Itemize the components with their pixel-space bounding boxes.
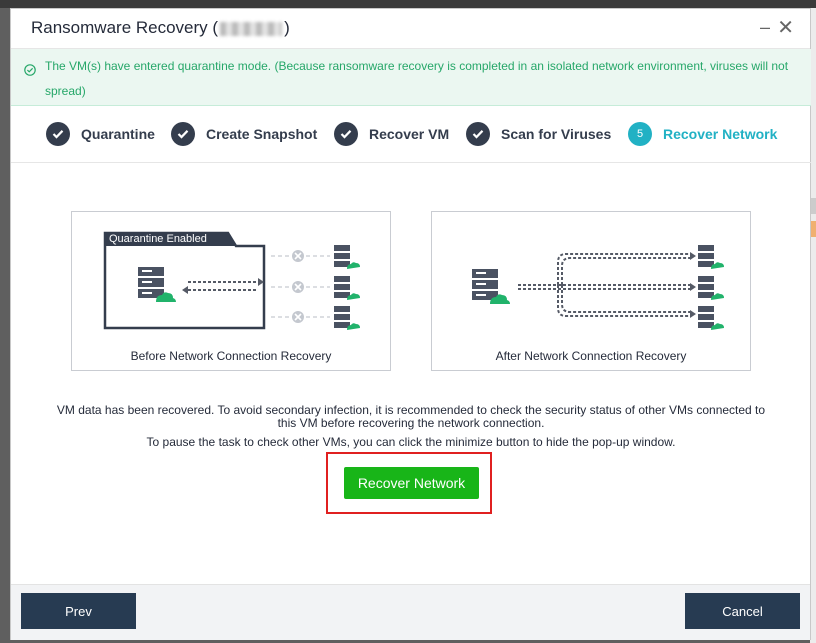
after-recovery-diagram: After Network Connection Recovery — [431, 211, 751, 371]
check-icon — [171, 122, 195, 146]
minimize-button[interactable]: – — [760, 17, 770, 38]
quarantine-alert: The VM(s) have entered quarantine mode. … — [11, 49, 811, 106]
cancel-button[interactable]: Cancel — [685, 593, 800, 629]
dialog-title: Ransomware Recovery () — [31, 18, 290, 37]
dialog-footer: Prev Cancel — [11, 584, 810, 640]
quarantine-badge: Quarantine Enabled — [109, 233, 207, 245]
step-label: Quarantine — [81, 126, 155, 142]
background-top-bar — [0, 0, 816, 8]
step-quarantine: Quarantine — [46, 122, 155, 146]
before-caption: Before Network Connection Recovery — [130, 349, 332, 363]
step-label: Create Snapshot — [206, 126, 318, 142]
recover-network-button[interactable]: Recover Network — [344, 467, 479, 499]
check-icon — [466, 122, 490, 146]
blocked-icons — [292, 250, 304, 323]
server-icon — [472, 269, 510, 304]
check-circle-icon — [24, 64, 36, 76]
alert-text: The VM(s) have entered quarantine mode. … — [45, 59, 789, 98]
before-recovery-diagram: Quarantine Enabled Before Network Connec… — [71, 211, 391, 371]
info-text-line-3: To pause the task to check other VMs, yo… — [146, 435, 676, 449]
step-label: Recover VM — [369, 126, 450, 142]
close-button[interactable]: ✕ — [777, 15, 794, 40]
step-label: Recover Network — [663, 126, 778, 142]
after-network-illustration — [472, 245, 724, 330]
after-caption: After Network Connection Recovery — [495, 349, 687, 363]
step-number: 5 — [628, 122, 652, 146]
redacted-vm-name — [220, 21, 283, 36]
step-recover-network: 5 Recover Network — [628, 122, 777, 146]
ransomware-recovery-dialog: Ransomware Recovery () – ✕ The VM(s) hav… — [10, 8, 811, 640]
check-icon — [334, 122, 358, 146]
check-icon — [46, 122, 70, 146]
step-recover-vm: Recover VM — [334, 122, 449, 146]
info-text-line-2: this VM before recovering the network co… — [277, 416, 545, 430]
dialog-title-bar: Ransomware Recovery () – ✕ — [11, 9, 810, 49]
step-create-snapshot: Create Snapshot — [171, 122, 317, 146]
step-scan-for-viruses: Scan for Viruses — [466, 122, 611, 146]
step-progress: Quarantine Create Snapshot Recover VM Sc… — [11, 106, 811, 163]
prev-button[interactable]: Prev — [21, 593, 136, 629]
step-label: Scan for Viruses — [501, 126, 612, 142]
